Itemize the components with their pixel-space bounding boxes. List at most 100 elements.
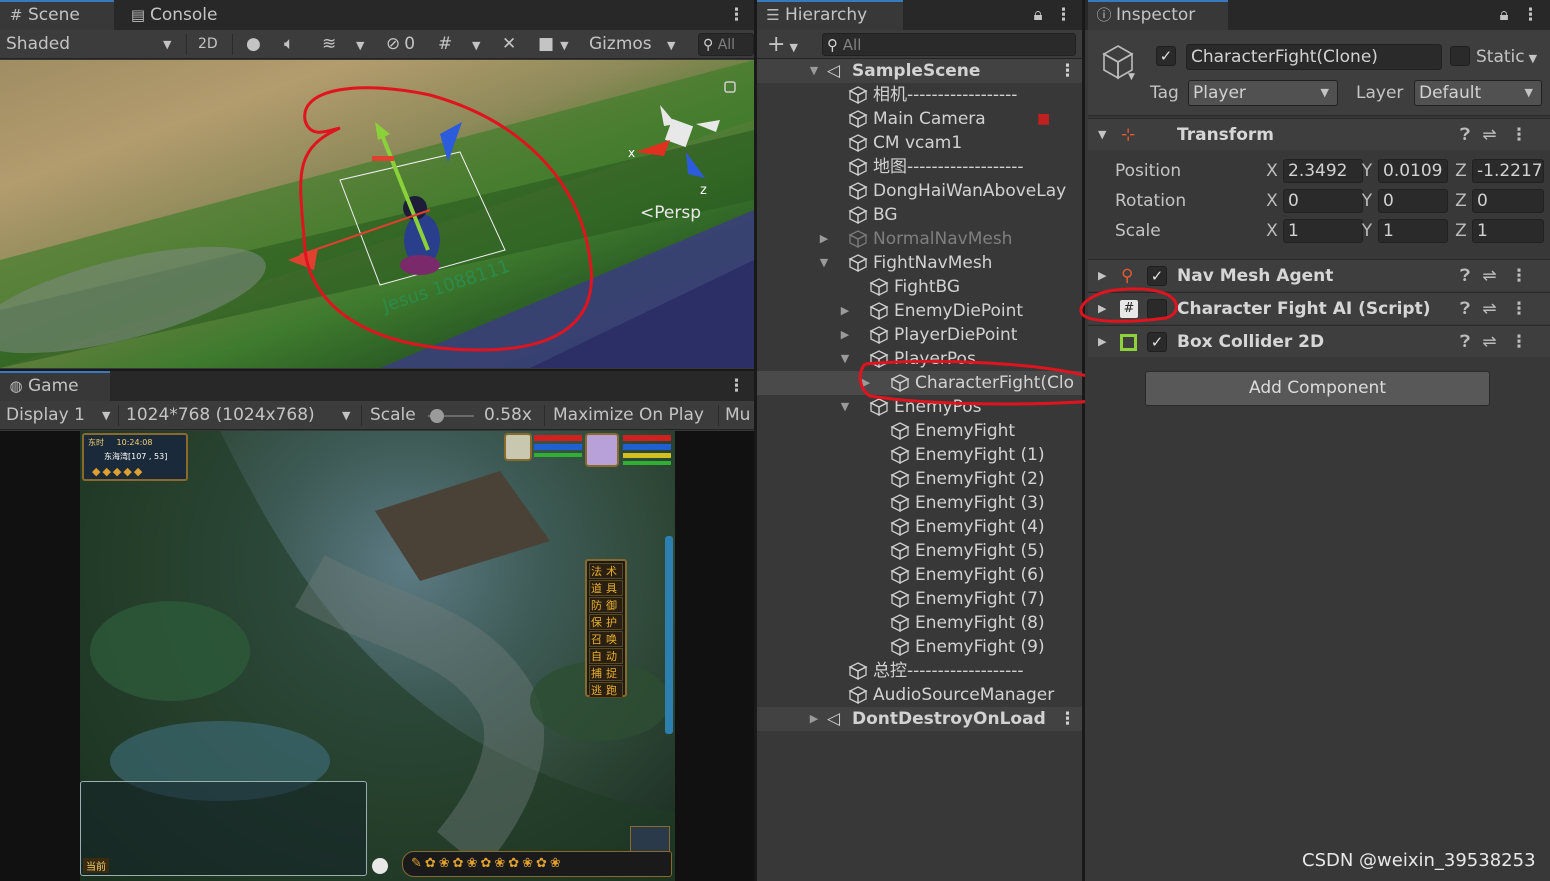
help-icon[interactable]: ❓︎ [1460, 125, 1470, 145]
expand-arrow-icon[interactable]: ▼ [1098, 119, 1106, 151]
effects-icon[interactable]: ≋ [322, 30, 336, 59]
tab-console[interactable]: ▤ Console [122, 0, 228, 30]
hierarchy-row[interactable]: EnemyFight (1) [757, 443, 1082, 467]
lock-icon[interactable]: 🔒︎ [1497, 0, 1511, 30]
expand-arrow-icon[interactable]: ▶ [817, 227, 831, 251]
scene-search-input[interactable]: ⚲ All [698, 33, 754, 56]
preset-icon[interactable]: ⇌ [1482, 299, 1496, 319]
display-dropdown[interactable]: Display 1 ▼ [6, 401, 116, 430]
expand-arrow-icon[interactable]: ▶ [838, 299, 852, 323]
game-canvas[interactable]: 东时 10:24:08 东海湾[107 , 53] ◆◆◆◆◆ 法术 道具 防御 保护… [80, 431, 675, 881]
cat-icon[interactable] [372, 858, 388, 874]
chat-channel-label[interactable]: 当前 [83, 858, 109, 873]
active-checkbox[interactable]: ✓ [1156, 46, 1176, 66]
hierarchy-row[interactable]: EnemyFight (6) [757, 563, 1082, 587]
component-menu-icon[interactable]: ⋮ [1510, 299, 1527, 319]
toggle-2d-button[interactable]: 2D [198, 30, 218, 59]
component-menu-icon[interactable]: ⋮ [1510, 266, 1527, 286]
hierarchy-row[interactable]: ▶ EnemyDiePoint [757, 299, 1082, 323]
axis-y-label[interactable]: Y [1360, 219, 1374, 243]
battle-command-item[interactable]: 召唤 [589, 631, 623, 647]
grid-icon[interactable]: # [438, 30, 452, 59]
scale-label[interactable]: Scale [1115, 219, 1161, 243]
inspector-menu-icon[interactable]: ⋮ [1522, 0, 1539, 30]
hierarchy-row[interactable]: EnemyFight (7) [757, 587, 1082, 611]
rotation-label[interactable]: Rotation [1115, 189, 1186, 213]
axis-x-label[interactable]: X [1265, 219, 1279, 243]
hierarchy-scene-row[interactable]: ▶ ◁ DontDestroyOnLoad ⋮ [757, 707, 1082, 731]
static-checkbox[interactable] [1450, 46, 1470, 66]
battle-command-item[interactable]: 道具 [589, 580, 623, 596]
lock-icon[interactable]: 🔒︎ [1031, 0, 1045, 30]
battle-command-item[interactable]: 保护 [589, 614, 623, 630]
nav-mesh-agent-enabled-checkbox[interactable]: ✓ [1147, 266, 1167, 286]
axis-x-label[interactable]: X [1265, 189, 1279, 213]
tools-icon[interactable]: ✕ [502, 30, 516, 59]
battle-command-item[interactable]: 自动 [589, 648, 623, 664]
add-component-button[interactable]: Add Component [1145, 371, 1490, 406]
hierarchy-row[interactable]: EnemyFight (3) [757, 491, 1082, 515]
chat-box[interactable]: 当前 [80, 781, 367, 876]
layer-dropdown[interactable]: Default ▼ [1414, 80, 1542, 106]
game-menu-icon[interactable]: ⋮ [728, 371, 745, 401]
hierarchy-row[interactable]: CM vcam1 [757, 131, 1082, 155]
battle-command-item[interactable]: 防御 [589, 597, 623, 613]
hierarchy-row[interactable]: 总控------------------- [757, 659, 1082, 683]
hierarchy-search-input[interactable]: ⚲ All [822, 33, 1076, 56]
battle-command-item[interactable]: 捕捉 [589, 665, 623, 681]
rotation-y-field[interactable]: 0 [1378, 189, 1448, 213]
scale-z-field[interactable]: 1 [1472, 219, 1544, 243]
game-viewport[interactable]: 东时 10:24:08 东海湾[107 , 53] ◆◆◆◆◆ 法术 道具 防御 保护… [0, 431, 754, 881]
tab-game[interactable]: ◍ Game [0, 371, 110, 401]
create-button[interactable]: + ▼ [767, 30, 798, 59]
hierarchy-row[interactable]: ▶ PlayerDiePoint [757, 323, 1082, 347]
hierarchy-row[interactable]: FightBG [757, 275, 1082, 299]
audio-icon[interactable]: 🔈︎ [284, 30, 294, 59]
hierarchy-row[interactable]: DongHaiWanAboveLay [757, 179, 1082, 203]
collapse-arrow-icon[interactable]: ▼ [817, 251, 831, 275]
position-z-field[interactable]: -1.2217 [1472, 159, 1544, 183]
hierarchy-row[interactable]: 地图------------------- [757, 155, 1082, 179]
hierarchy-row[interactable]: EnemyFight [757, 419, 1082, 443]
object-name-field[interactable]: CharacterFight(Clone) [1186, 44, 1442, 70]
help-icon[interactable]: ❓︎ [1460, 266, 1470, 286]
help-icon[interactable]: ❓︎ [1460, 332, 1470, 352]
scale-x-field[interactable]: 1 [1283, 219, 1363, 243]
tab-inspector[interactable]: ⓘ Inspector [1088, 0, 1228, 30]
mute-audio-toggle[interactable]: Mu [725, 401, 750, 430]
tab-scene[interactable]: # Scene [0, 0, 114, 30]
tab-hierarchy[interactable]: ☰ Hierarchy [757, 0, 903, 30]
lighting-icon[interactable]: ● [246, 30, 261, 59]
hud-minimap[interactable]: 东时 10:24:08 东海湾[107 , 53] ◆◆◆◆◆ [82, 433, 188, 481]
static-dropdown[interactable]: Static ▼ [1476, 44, 1537, 72]
expand-arrow-icon[interactable]: ▶ [838, 323, 852, 347]
hierarchy-row[interactable]: ▼ FightNavMesh [757, 251, 1082, 275]
scene-viewport[interactable]: Jesus 1088111 x z <Persp [0, 60, 754, 368]
chevron-down-icon[interactable]: ▼ [472, 30, 480, 59]
axis-y-label[interactable]: Y [1360, 159, 1374, 183]
scale-y-field[interactable]: 1 [1378, 219, 1448, 243]
help-icon[interactable]: ❓︎ [1460, 299, 1470, 319]
pet-portrait[interactable] [504, 433, 532, 461]
component-menu-icon[interactable]: ⋮ [1510, 125, 1527, 145]
maximize-on-play-toggle[interactable]: Maximize On Play [553, 401, 704, 430]
hierarchy-row[interactable]: ▶ NormalNavMesh [757, 227, 1082, 251]
rotation-x-field[interactable]: 0 [1283, 189, 1363, 213]
hierarchy-row[interactable]: AudioSourceManager [757, 683, 1082, 707]
resolution-dropdown[interactable]: 1024*768 (1024x768) ▼ [126, 401, 356, 430]
right-scrollbar[interactable] [665, 536, 673, 734]
hierarchy-row[interactable]: BG [757, 203, 1082, 227]
axis-z-label[interactable]: Z [1454, 159, 1468, 183]
slider-thumb[interactable] [430, 409, 444, 423]
axis-y-label[interactable]: Y [1360, 189, 1374, 213]
collapse-arrow-icon[interactable]: ▼ [807, 59, 821, 83]
scale-slider[interactable] [428, 401, 476, 430]
gizmos-dropdown[interactable]: Gizmos ▼ [589, 30, 676, 59]
expand-arrow-icon[interactable]: ▶ [1098, 326, 1106, 358]
position-x-field[interactable]: 2.3492 [1283, 159, 1363, 183]
hierarchy-row[interactable]: EnemyFight (4) [757, 515, 1082, 539]
hierarchy-row[interactable]: EnemyFight (2) [757, 467, 1082, 491]
player-portrait[interactable] [585, 433, 619, 467]
preset-icon[interactable]: ⇌ [1482, 125, 1496, 145]
component-menu-icon[interactable]: ⋮ [1510, 332, 1527, 352]
